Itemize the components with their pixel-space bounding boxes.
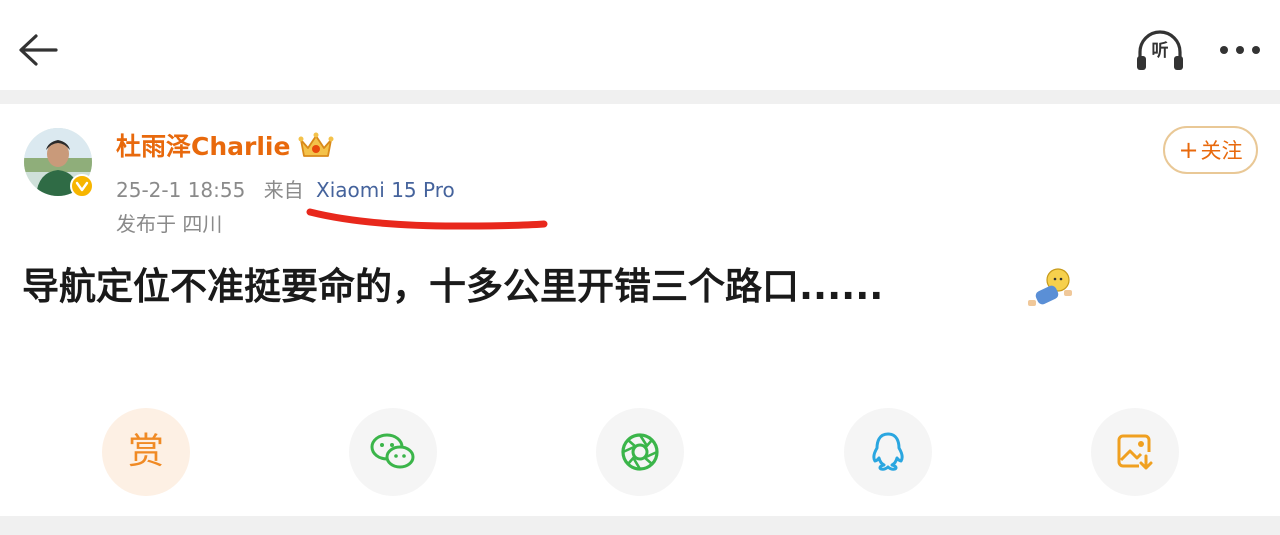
arrow-left-icon <box>19 34 58 66</box>
save-image-button[interactable] <box>1091 408 1179 496</box>
author-name[interactable]: 杜雨泽Charlie <box>116 130 290 164</box>
share-bar: 赏 <box>0 404 1280 504</box>
follow-label: 关注 <box>1200 139 1243 163</box>
share-wechat-button[interactable] <box>349 408 437 496</box>
verified-badge-icon <box>70 174 94 198</box>
listen-label: 听 <box>1151 41 1169 61</box>
plus-icon: + <box>1178 136 1199 164</box>
share-moments-button[interactable] <box>596 408 684 496</box>
bottom-divider <box>0 516 1280 535</box>
reward-icon: 赏 <box>127 431 164 472</box>
share-qq-button[interactable] <box>844 408 932 496</box>
red-annotation-underline <box>306 208 548 230</box>
device-link[interactable]: Xiaomi 15 Pro <box>316 178 455 202</box>
wechat-icon <box>370 433 415 469</box>
post-timestamp: 25-2-1 18:55 <box>116 178 246 202</box>
back-button[interactable] <box>14 26 62 74</box>
section-divider <box>0 90 1280 104</box>
save-image-icon <box>1117 434 1153 470</box>
post-meta: 25-2-1 18:55 来自 Xiaomi 15 Pro <box>116 176 455 204</box>
top-bar: 听 <box>0 0 1280 90</box>
doge-sleeping-emoji-icon <box>1028 268 1072 306</box>
post-text: 导航定位不准挺要命的，十多公里开错三个路口...... <box>22 265 884 308</box>
crown-icon <box>298 132 334 157</box>
qq-icon <box>872 432 904 471</box>
more-options-button[interactable] <box>1212 28 1268 72</box>
post-location: 发布于 四川 <box>116 212 223 236</box>
moments-icon <box>621 433 659 471</box>
ellipsis-icon <box>1220 46 1260 54</box>
listen-button[interactable]: 听 <box>1134 28 1186 74</box>
follow-button[interactable]: + 关注 <box>1163 126 1258 174</box>
source-prefix: 来自 <box>263 178 304 202</box>
post-card: 杜雨泽Charlie 25-2-1 18:55 来自 Xiaomi 15 Pro… <box>0 104 1280 516</box>
reward-button[interactable]: 赏 <box>102 408 190 496</box>
